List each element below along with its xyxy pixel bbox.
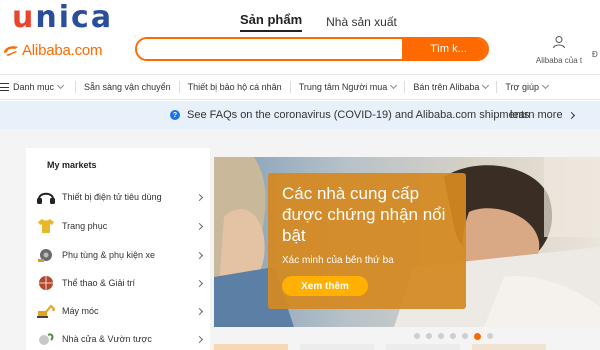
shirt-icon bbox=[38, 219, 54, 233]
search-button[interactable]: Tìm k... bbox=[402, 39, 487, 59]
market-item-label: Trang phục bbox=[62, 221, 108, 231]
promo-card-peek bbox=[214, 344, 288, 350]
ball-icon bbox=[39, 276, 53, 290]
market-item-electronics[interactable]: Thiết bị điện tử tiêu dùng bbox=[36, 186, 206, 208]
logo-text: Alibaba.com bbox=[22, 41, 103, 59]
nav-divider bbox=[75, 81, 77, 93]
menu-icon bbox=[0, 83, 9, 91]
nav-sell-on-alibaba[interactable]: Bán trên Alibaba bbox=[413, 81, 490, 92]
alibaba-logo-icon bbox=[4, 46, 18, 56]
nav-item-label: Trợ giúp bbox=[505, 82, 539, 92]
nav-divider bbox=[289, 81, 291, 93]
nav-divider bbox=[178, 81, 180, 93]
watermark-letter: u bbox=[12, 0, 36, 35]
home-garden-icon bbox=[39, 333, 54, 345]
alibaba-logo[interactable]: Alibaba.com bbox=[2, 40, 103, 60]
chevron-down-icon bbox=[482, 81, 490, 90]
carousel-dot[interactable] bbox=[487, 333, 493, 339]
nav-categories-label: Danh mục bbox=[13, 82, 55, 92]
nav-divider bbox=[404, 81, 406, 93]
my-markets-panel: My markets Thiết bị điện tử tiêu dùng Tr… bbox=[26, 148, 210, 350]
carousel-dot[interactable] bbox=[414, 333, 420, 339]
watermark-letter: i bbox=[58, 0, 72, 35]
nav-item-label: Bán trên Alibaba bbox=[413, 82, 480, 92]
promo-card-peek bbox=[300, 344, 374, 350]
promo-card-peek bbox=[386, 344, 460, 350]
chevron-down-icon bbox=[541, 81, 550, 90]
watermark-letter: n bbox=[35, 0, 59, 35]
watermark-letter: c bbox=[71, 0, 91, 35]
carousel-dot[interactable] bbox=[450, 333, 456, 339]
notice-message: See FAQs on the coronavirus (COVID-19) a… bbox=[187, 109, 530, 121]
excavator-icon bbox=[37, 304, 56, 318]
chevron-right-icon bbox=[195, 279, 204, 287]
search-input[interactable] bbox=[137, 39, 402, 59]
chevron-down-icon bbox=[390, 81, 398, 90]
market-item-home-garden[interactable]: Nhà cửa & Vườn tược bbox=[36, 328, 206, 350]
unica-watermark: u n i c a bbox=[12, 0, 113, 36]
hero-promo-card: Các nhà cung cấp được chứng nhận nổi bật… bbox=[268, 173, 466, 309]
chevron-right-icon bbox=[567, 111, 575, 119]
nav-categories[interactable]: Danh mục bbox=[0, 81, 65, 92]
learn-more-label: learn more bbox=[510, 109, 563, 121]
nav-buyer-central[interactable]: Trung tâm Người mua bbox=[298, 81, 398, 92]
nav-item-label: Trung tâm Người mua bbox=[298, 82, 388, 92]
chevron-down-icon bbox=[56, 81, 65, 90]
hero-subtitle: Xác minh của bên thứ ba bbox=[282, 255, 394, 266]
my-markets-title: My markets bbox=[47, 160, 97, 170]
market-item-label: Thiết bị điện tử tiêu dùng bbox=[62, 192, 162, 202]
tab-manufacturers[interactable]: Nhà sản xuất bbox=[326, 15, 397, 32]
nav-help[interactable]: Trợ giúp bbox=[505, 81, 550, 92]
covid-notice-banner: ? See FAQs on the coronavirus (COVID-19)… bbox=[0, 101, 600, 129]
hero-carousel[interactable]: Các nhà cung cấp được chứng nhận nổi bật… bbox=[214, 157, 600, 327]
market-item-label: Thể thao & Giải trí bbox=[62, 278, 136, 288]
market-item-vehicle-parts[interactable]: Phụ tùng & phụ kiện xe bbox=[36, 244, 206, 266]
market-item-label: Phụ tùng & phụ kiện xe bbox=[62, 250, 156, 260]
search-bar: Tìm k... bbox=[135, 37, 489, 61]
watermark-letter: a bbox=[90, 0, 114, 35]
nav-item-label: Thiết bị bảo hộ cá nhân bbox=[187, 82, 282, 92]
carousel-dot[interactable] bbox=[438, 333, 444, 339]
car-parts-icon bbox=[38, 249, 52, 262]
learn-more-link[interactable]: learn more bbox=[510, 109, 575, 121]
user-icon bbox=[553, 36, 565, 49]
account-label: Alibaba của t bbox=[535, 56, 583, 65]
headset-icon bbox=[37, 192, 55, 204]
nav-ppe[interactable]: Thiết bị bảo hộ cá nhân bbox=[188, 82, 282, 92]
carousel-dot[interactable] bbox=[462, 333, 468, 339]
nav-item-label: Sẵn sàng vận chuyển bbox=[84, 82, 171, 92]
chevron-right-icon bbox=[195, 251, 204, 259]
info-icon: ? bbox=[170, 110, 180, 120]
market-item-sports[interactable]: Thể thao & Giải trí bbox=[36, 272, 206, 294]
chevron-right-icon bbox=[195, 193, 204, 201]
search-type-tabs: Sản phẩm Nhà sản xuất bbox=[240, 8, 421, 32]
nav-divider bbox=[496, 81, 498, 93]
account-label-2[interactable]: Đ bbox=[592, 50, 598, 59]
category-nav: Danh mục Sẵn sàng vận chuyển Thiết bị bả… bbox=[0, 74, 600, 100]
chevron-right-icon bbox=[195, 307, 204, 315]
carousel-dot[interactable] bbox=[426, 333, 432, 339]
market-item-apparel[interactable]: Trang phục bbox=[36, 215, 206, 237]
market-item-label: Máy móc bbox=[62, 306, 99, 316]
tab-products[interactable]: Sản phẩm bbox=[240, 12, 303, 32]
carousel-pagination bbox=[414, 332, 499, 340]
view-more-button[interactable]: Xem thêm bbox=[282, 276, 368, 296]
chevron-right-icon bbox=[195, 222, 204, 230]
chevron-right-icon bbox=[195, 335, 204, 343]
market-item-machinery[interactable]: Máy móc bbox=[36, 300, 206, 322]
promo-card-peek bbox=[472, 344, 546, 350]
nav-ready-to-ship[interactable]: Sẵn sàng vận chuyển bbox=[84, 82, 171, 92]
account-menu[interactable]: Alibaba của t bbox=[530, 35, 588, 65]
carousel-dot-active[interactable] bbox=[474, 332, 481, 340]
market-item-label: Nhà cửa & Vườn tược bbox=[62, 334, 152, 344]
hero-title: Các nhà cung cấp được chứng nhận nổi bật bbox=[282, 184, 446, 245]
